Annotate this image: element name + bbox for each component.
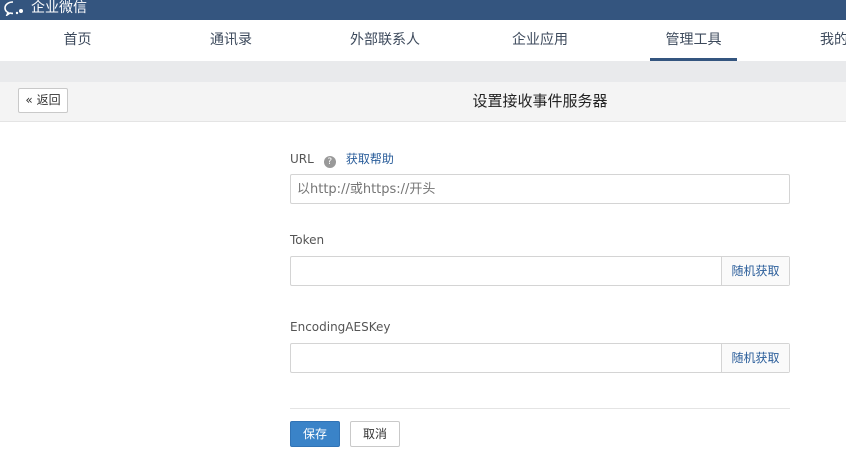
panel-header: « 返回 设置接收事件服务器 xyxy=(0,82,846,122)
token-input[interactable]: 随机获取 xyxy=(290,256,790,286)
aeskey-random-button[interactable]: 随机获取 xyxy=(721,344,789,372)
aeskey-label: EncodingAESKey xyxy=(290,320,391,334)
get-help-link[interactable]: 获取帮助 xyxy=(346,152,394,166)
nav-my-enterprise[interactable]: 我的企业 xyxy=(820,20,846,61)
save-button[interactable]: 保存 xyxy=(290,421,340,447)
back-button[interactable]: « 返回 xyxy=(18,88,68,113)
url-label: URL xyxy=(290,152,314,166)
nav-enterprise-apps[interactable]: 企业应用 xyxy=(500,20,580,61)
wework-logo-icon xyxy=(4,1,23,16)
separator-band xyxy=(0,61,846,82)
cancel-button[interactable]: 取消 xyxy=(350,421,400,447)
top-bar: 企业微信 xyxy=(0,0,846,20)
aeskey-input[interactable]: 随机获取 xyxy=(290,343,790,373)
url-label-row: URL? 获取帮助 xyxy=(290,150,394,168)
question-icon[interactable]: ? xyxy=(323,156,336,168)
app-logo[interactable]: 企业微信 xyxy=(3,0,87,16)
app-title: 企业微信 xyxy=(31,0,87,16)
nav-external-contacts[interactable]: 外部联系人 xyxy=(340,20,430,61)
double-chevron-left-icon: « xyxy=(25,93,33,107)
page-title: 设置接收事件服务器 xyxy=(472,92,608,110)
token-random-button[interactable]: 随机获取 xyxy=(721,257,789,285)
nav-home[interactable]: 首页 xyxy=(40,20,115,61)
form-divider xyxy=(290,408,790,409)
token-label: Token xyxy=(290,233,325,247)
url-input[interactable] xyxy=(290,174,790,204)
nav-contacts[interactable]: 通讯录 xyxy=(190,20,272,61)
back-label: 返回 xyxy=(36,93,61,107)
main-nav: 首页 通讯录 外部联系人 企业应用 管理工具 我的企业 xyxy=(0,20,846,61)
nav-management-tools[interactable]: 管理工具 xyxy=(650,20,737,61)
